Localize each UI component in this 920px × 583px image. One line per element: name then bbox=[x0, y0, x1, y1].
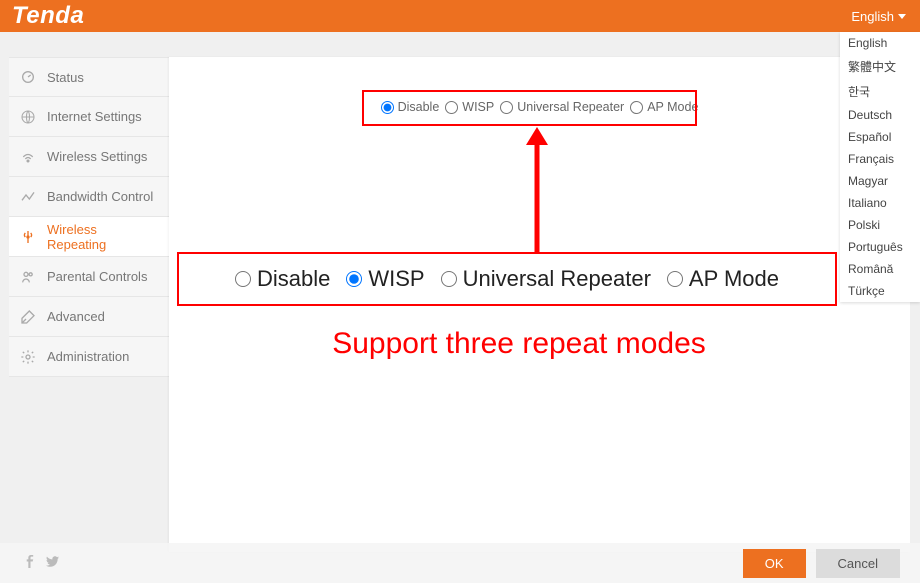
sidebar-icon bbox=[19, 268, 37, 286]
mode-label: Universal Repeater bbox=[517, 100, 624, 114]
mode-label: Disable bbox=[257, 266, 330, 292]
language-dropdown-menu: English繁體中文한국DeutschEspañolFrançaisMagya… bbox=[840, 32, 920, 302]
sidebar-icon bbox=[19, 148, 37, 166]
mode-option-wisp[interactable]: WISP bbox=[346, 266, 424, 292]
language-option[interactable]: English bbox=[840, 32, 920, 54]
sidebar-icon bbox=[19, 308, 37, 326]
facebook-icon[interactable] bbox=[24, 555, 37, 572]
sidebar-item-label: Administration bbox=[47, 349, 129, 364]
language-option[interactable]: Türkçe bbox=[840, 280, 920, 302]
sidebar-item-label: Status bbox=[47, 70, 84, 85]
mode-label: WISP bbox=[368, 266, 424, 292]
sidebar-icon bbox=[19, 188, 37, 206]
footer-buttons: OK Cancel bbox=[743, 549, 900, 578]
mode-label: Universal Repeater bbox=[463, 266, 651, 292]
language-option[interactable]: Português bbox=[840, 236, 920, 258]
language-option[interactable]: Polski bbox=[840, 214, 920, 236]
language-option[interactable]: Deutsch bbox=[840, 104, 920, 126]
sidebar-item-label: Bandwidth Control bbox=[47, 189, 153, 204]
footer-bar: OK Cancel bbox=[0, 543, 920, 583]
sidebar-item-label: Advanced bbox=[47, 309, 105, 324]
twitter-icon[interactable] bbox=[45, 555, 60, 572]
mode-option-universal-repeater[interactable]: Universal Repeater bbox=[500, 100, 624, 114]
mode-option-universal-repeater[interactable]: Universal Repeater bbox=[441, 266, 651, 292]
sidebar-item-label: Wireless Repeating bbox=[47, 222, 159, 252]
sidebar-item-label: Internet Settings bbox=[47, 109, 142, 124]
sidebar-item-internet-settings[interactable]: Internet Settings bbox=[9, 97, 169, 137]
repeating-mode-radios: Disable WISP Universal Repeater AP Mode bbox=[381, 100, 699, 114]
main-content: Disable WISP Universal Repeater AP Mode Dis… bbox=[169, 57, 910, 552]
annotation-arrow-icon bbox=[522, 127, 552, 257]
sidebar-item-bandwidth-control[interactable]: Bandwidth Control bbox=[9, 177, 169, 217]
ok-button[interactable]: OK bbox=[743, 549, 806, 578]
footer-socials bbox=[24, 555, 60, 572]
sidebar-icon bbox=[19, 108, 37, 126]
mode-radio[interactable] bbox=[346, 271, 362, 287]
repeating-mode-panel: Disable WISP Universal Repeater AP Mode bbox=[189, 85, 890, 132]
mode-label: WISP bbox=[462, 100, 494, 114]
app-header: Tenda English bbox=[0, 0, 920, 32]
sidebar-icon bbox=[19, 228, 37, 246]
mode-option-ap-mode[interactable]: AP Mode bbox=[667, 266, 779, 292]
language-option[interactable]: Español bbox=[840, 126, 920, 148]
sidebar-item-label: Wireless Settings bbox=[47, 149, 147, 164]
language-option[interactable]: 繁體中文 bbox=[840, 54, 920, 79]
caret-down-icon bbox=[898, 14, 906, 19]
language-option[interactable]: Français bbox=[840, 148, 920, 170]
mode-radio[interactable] bbox=[445, 101, 458, 114]
sidebar-item-wireless-repeating[interactable]: Wireless Repeating bbox=[9, 217, 169, 257]
sidebar-nav: Status Internet Settings Wireless Settings… bbox=[9, 57, 169, 552]
language-option[interactable]: 한국 bbox=[840, 79, 920, 104]
language-option[interactable]: Italiano bbox=[840, 192, 920, 214]
sidebar-item-administration[interactable]: Administration bbox=[9, 337, 169, 377]
mode-radio[interactable] bbox=[667, 271, 683, 287]
mode-label: AP Mode bbox=[689, 266, 779, 292]
brand-logo: Tenda bbox=[12, 2, 84, 30]
language-dropdown-toggle[interactable]: English bbox=[851, 9, 906, 24]
mode-option-disable[interactable]: Disable bbox=[235, 266, 330, 292]
mode-radio[interactable] bbox=[441, 271, 457, 287]
page-body: Status Internet Settings Wireless Settings… bbox=[0, 32, 920, 552]
sidebar-item-status[interactable]: Status bbox=[9, 57, 169, 97]
mode-option-disable[interactable]: Disable bbox=[381, 100, 440, 114]
sidebar-item-label: Parental Controls bbox=[47, 269, 147, 284]
cancel-button[interactable]: Cancel bbox=[816, 549, 900, 578]
mode-label: Disable bbox=[398, 100, 440, 114]
annotation-zoomed-radios: Disable WISP Universal Repeater AP Mode bbox=[177, 252, 837, 306]
mode-radio[interactable] bbox=[381, 101, 394, 114]
mode-option-wisp[interactable]: WISP bbox=[445, 100, 494, 114]
mode-radio[interactable] bbox=[630, 101, 643, 114]
sidebar-icon bbox=[19, 68, 37, 86]
annotation-caption: Support three repeat modes bbox=[239, 327, 799, 361]
language-option[interactable]: Magyar bbox=[840, 170, 920, 192]
sidebar-item-parental-controls[interactable]: Parental Controls bbox=[9, 257, 169, 297]
sidebar-icon bbox=[19, 348, 37, 366]
mode-option-ap-mode[interactable]: AP Mode bbox=[630, 100, 698, 114]
mode-radio[interactable] bbox=[500, 101, 513, 114]
sidebar-item-wireless-settings[interactable]: Wireless Settings bbox=[9, 137, 169, 177]
language-option[interactable]: Română bbox=[840, 258, 920, 280]
mode-radio[interactable] bbox=[235, 271, 251, 287]
sidebar-item-advanced[interactable]: Advanced bbox=[9, 297, 169, 337]
current-language-label: English bbox=[851, 9, 894, 24]
mode-label: AP Mode bbox=[647, 100, 698, 114]
